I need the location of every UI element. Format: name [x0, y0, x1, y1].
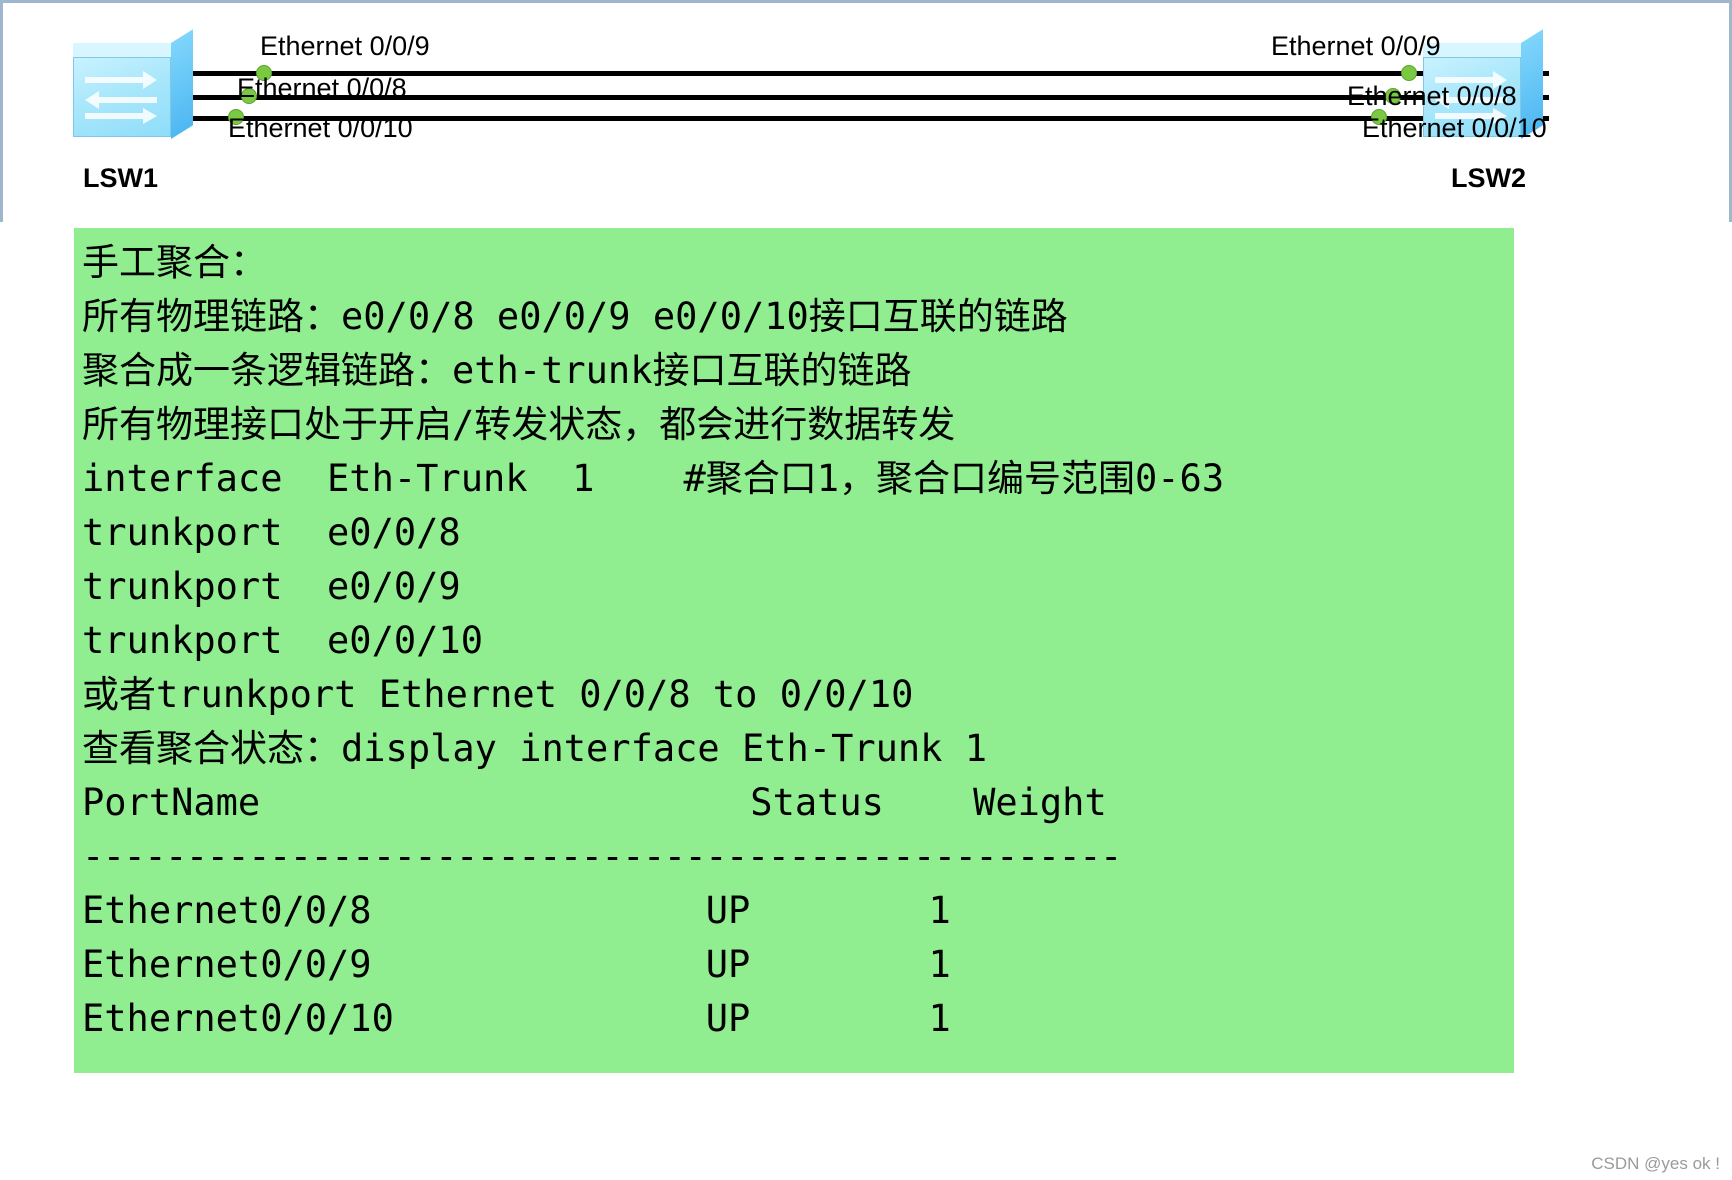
note-line-trunkport-9: trunkport e0/0/9: [82, 565, 461, 608]
note-line-interface-eth-trunk: interface Eth-Trunk 1 #聚合口1，聚合口编号范围0-63: [82, 457, 1225, 500]
note-line-trunkport-10: trunkport e0/0/10: [82, 619, 483, 662]
switch-lsw1-icon: [73, 29, 193, 139]
cell-gap-1: [372, 889, 706, 932]
cell-weight: 1: [928, 943, 951, 986]
cell-port: Ethernet0/0/8: [82, 889, 372, 932]
port-dot-right-0-0-9: [1401, 65, 1417, 81]
note-line-4: 所有物理接口处于开启/转发状态，都会进行数据转发: [82, 403, 956, 446]
cell-status: UP: [705, 997, 751, 1040]
table-header-gap-1: [260, 781, 750, 824]
note-line-trunkport-8: trunkport e0/0/8: [82, 511, 461, 554]
switch-arrows-icon: [81, 67, 161, 125]
cell-port: Ethernet0/0/9: [82, 943, 372, 986]
cell-port: Ethernet0/0/10: [82, 997, 394, 1040]
csdn-watermark: CSDN @yes ok !: [1591, 1154, 1720, 1173]
table-header-gap-2: [884, 781, 973, 824]
cell-gap-2: [750, 889, 928, 932]
cell-status: UP: [705, 889, 751, 932]
cell-gap-2: [750, 943, 928, 986]
port-label-left-0-0-8: Ethernet 0/0/8: [237, 73, 407, 103]
table-row: Ethernet0/0/10 UP 1: [82, 992, 1514, 1046]
table-row: Ethernet0/0/9 UP 1: [82, 938, 1514, 992]
cell-gap-1: [372, 943, 706, 986]
switch-side-face: [171, 29, 193, 139]
table-header-row: PortName Status Weight: [82, 776, 1514, 830]
note-line-2: 所有物理链路：e0/0/8 e0/0/9 e0/0/10接口互联的链路: [82, 295, 1068, 338]
device-label-lsw2: LSW2: [1451, 163, 1527, 193]
note-line-1: 手工聚合：: [82, 241, 267, 284]
port-label-right-0-0-8: Ethernet 0/0/8: [1347, 81, 1517, 111]
green-note-block: 手工聚合： 所有物理链路：e0/0/8 e0/0/9 e0/0/10接口互联的链…: [74, 228, 1514, 1073]
table-header-weight: Weight: [973, 781, 1107, 824]
device-label-lsw1: LSW1: [83, 163, 159, 193]
note-line-alternative-trunkport: 或者trunkport Ethernet 0/0/8 to 0/0/10: [82, 673, 914, 716]
note-line-display-command: 查看聚合状态：display interface Eth-Trunk 1: [82, 727, 988, 770]
cell-gap-2: [750, 997, 928, 1040]
port-label-left-0-0-10: Ethernet 0/0/10: [228, 113, 413, 143]
port-label-left-0-0-9: Ethernet 0/0/9: [260, 31, 430, 61]
table-header-status: Status: [750, 781, 884, 824]
note-line-3: 聚合成一条逻辑链路：eth-trunk接口互联的链路: [82, 349, 912, 392]
cell-weight: 1: [928, 997, 951, 1040]
table-row: Ethernet0/0/8 UP 1: [82, 884, 1514, 938]
table-header-portname: PortName: [82, 781, 261, 824]
cell-weight: 1: [928, 889, 951, 932]
network-topology-diagram: LSW1 LSW2 Ethernet 0/0/9 Ethernet 0/0/8 …: [0, 0, 1732, 222]
cell-gap-1: [394, 997, 706, 1040]
table-separator: ----------------------------------------…: [82, 835, 1122, 878]
port-label-right-0-0-9: Ethernet 0/0/9: [1271, 31, 1441, 61]
cell-status: UP: [705, 943, 751, 986]
port-label-right-0-0-10: Ethernet 0/0/10: [1362, 113, 1547, 143]
